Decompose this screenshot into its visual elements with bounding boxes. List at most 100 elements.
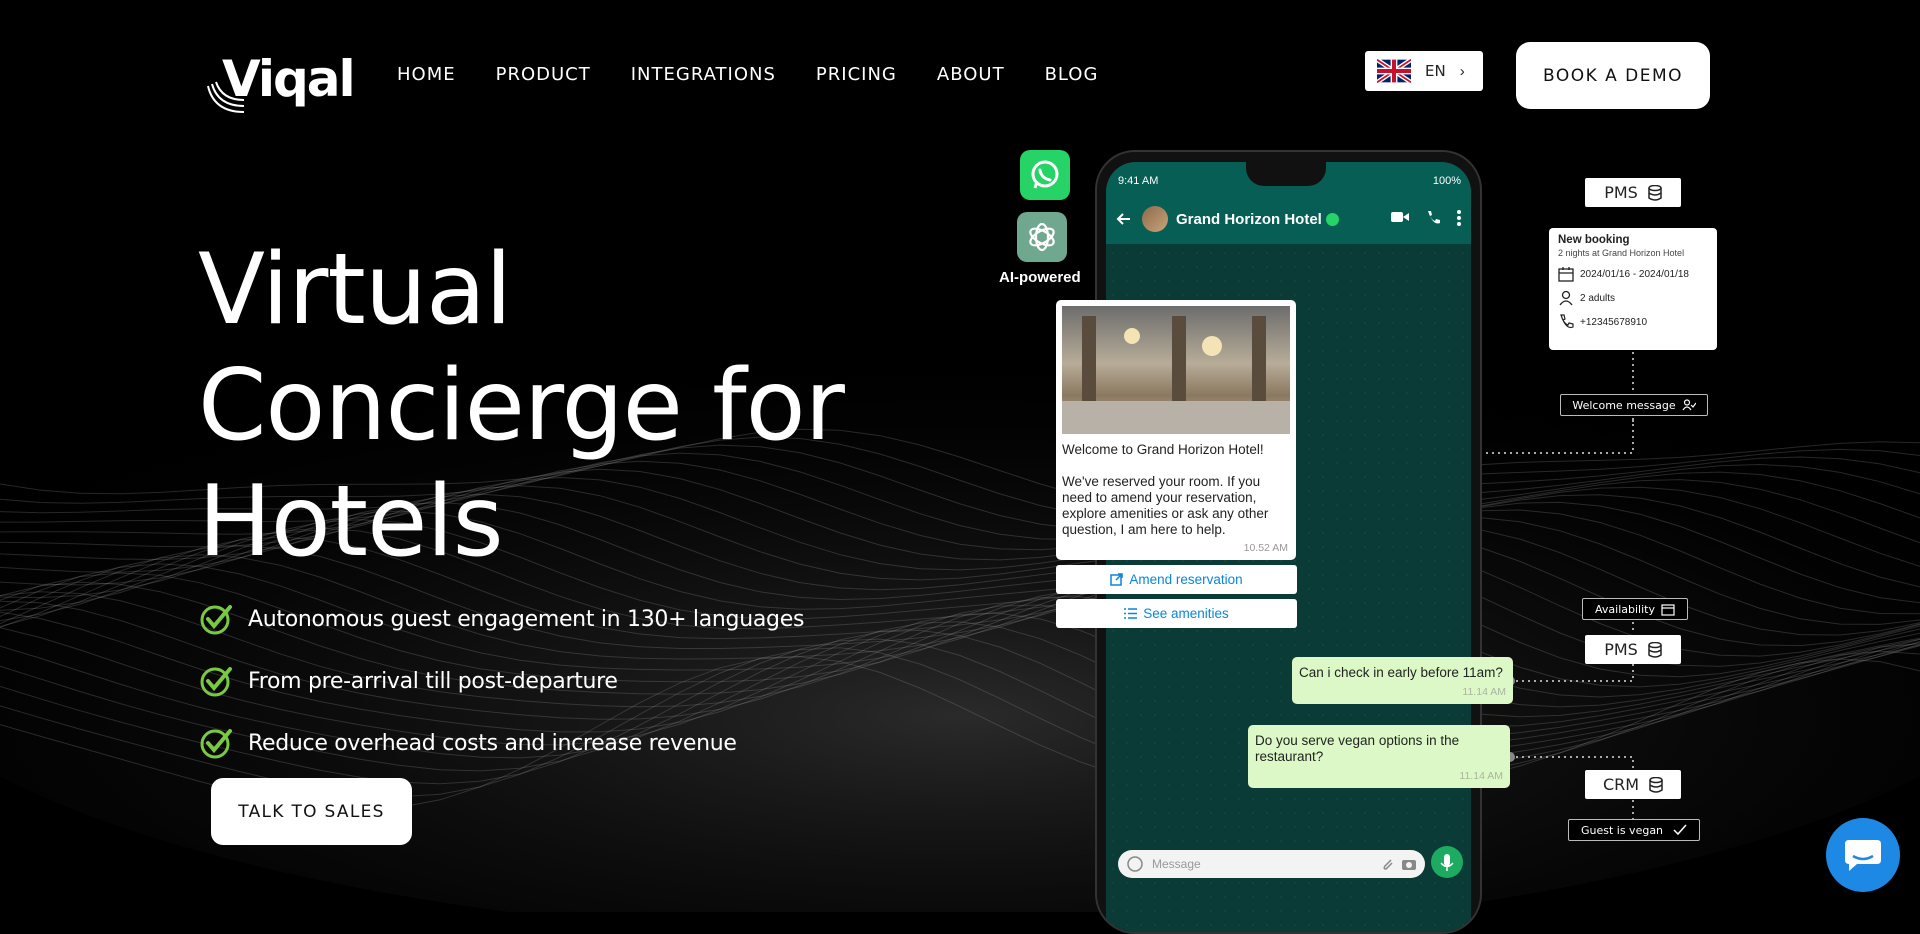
database-icon	[1649, 776, 1663, 793]
feature-text: From pre-arrival till post-departure	[248, 668, 618, 694]
phone-icon[interactable]	[1425, 210, 1441, 226]
guest-vegan-label: Guest is vegan	[1580, 823, 1664, 837]
guest-vegan-tag: Guest is vegan	[1568, 819, 1700, 841]
chat-bubble-icon	[1845, 840, 1881, 871]
avatar[interactable]	[1142, 206, 1168, 232]
database-icon	[1648, 641, 1662, 658]
feature-text: Autonomous guest engagement in 130+ lang…	[248, 606, 805, 632]
check-circle-icon	[200, 605, 232, 635]
nav-about[interactable]: ABOUT	[937, 64, 1005, 85]
booking-guests: 2 adults	[1580, 292, 1616, 304]
whatsapp-icon	[1020, 150, 1070, 200]
nav-product[interactable]: PRODUCT	[496, 64, 591, 85]
chevron-right-icon: ›	[1459, 62, 1465, 80]
calendar-icon	[1558, 267, 1574, 282]
feature-item: From pre-arrival till post-departure	[200, 650, 804, 712]
mic-icon	[1440, 854, 1454, 871]
booking-phone: +12345678910	[1580, 316, 1648, 328]
hero-title-line: Hotels	[198, 465, 504, 579]
pms-label: PMS	[1604, 183, 1638, 202]
outgoing-message: Do you serve vegan options in the restau…	[1248, 725, 1510, 788]
check-icon	[1673, 824, 1687, 836]
amend-reservation-label: Amend reservation	[1129, 572, 1243, 587]
welcome-body: We've reserved your room. If you need to…	[1062, 474, 1269, 537]
booking-guests-row: 2 adults	[1558, 290, 1708, 306]
new-booking-card: New booking 2 nights at Grand Horizon Ho…	[1549, 228, 1717, 350]
see-amenities-button[interactable]: See amenities	[1056, 599, 1297, 628]
contact-name[interactable]: Grand Horizon Hotel	[1176, 211, 1322, 228]
attach-icon[interactable]	[1381, 856, 1395, 872]
feature-list: Autonomous guest engagement in 130+ lang…	[200, 588, 804, 774]
phone-notch	[1246, 162, 1326, 186]
nav-home[interactable]: HOME	[397, 64, 456, 85]
message-placeholder: Message	[1152, 857, 1201, 871]
welcome-message-bubble: Welcome to Grand Horizon Hotel! We've re…	[1056, 300, 1296, 560]
camera-icon[interactable]	[1401, 857, 1417, 871]
see-amenities-label: See amenities	[1143, 606, 1229, 621]
mic-button[interactable]	[1431, 846, 1463, 878]
hero-title-line: Virtual	[198, 233, 512, 347]
booking-dates-row: 2024/01/16 - 2024/01/18	[1558, 266, 1708, 282]
uk-flag-icon	[1377, 59, 1411, 83]
nav-integrations[interactable]: INTEGRATIONS	[631, 64, 776, 85]
more-vertical-icon[interactable]	[1457, 210, 1461, 226]
language-switcher[interactable]: EN ›	[1365, 51, 1483, 91]
check-circle-icon	[200, 729, 232, 759]
chat-header: Grand Horizon Hotel	[1106, 194, 1471, 244]
phone-icon	[1560, 314, 1574, 329]
chat-header-actions	[1391, 210, 1461, 226]
availability-tag: Availability	[1582, 598, 1688, 620]
calendar-icon	[1661, 603, 1675, 616]
booking-phone-row: +12345678910	[1558, 314, 1708, 330]
welcome-message-tag: Welcome message	[1560, 394, 1708, 416]
welcome-greeting: Welcome to Grand Horizon Hotel!	[1062, 442, 1264, 457]
hotel-lobby-image	[1062, 306, 1290, 434]
list-icon	[1124, 608, 1138, 619]
viqal-logo[interactable]: Viqal	[204, 50, 356, 116]
welcome-message-label: Welcome message	[1572, 398, 1676, 412]
message-time: 11.14 AM	[1459, 770, 1503, 782]
hero-title-line: Concierge for	[198, 349, 845, 463]
openai-icon	[1017, 212, 1067, 262]
message-input[interactable]: Message	[1118, 850, 1425, 878]
booking-dates: 2024/01/16 - 2024/01/18	[1580, 268, 1689, 280]
status-battery: 100%	[1432, 175, 1461, 187]
talk-to-sales-button[interactable]: TALK TO SALES	[211, 778, 412, 845]
nav-pricing[interactable]: PRICING	[816, 64, 897, 85]
amend-reservation-button[interactable]: Amend reservation	[1056, 565, 1297, 594]
pms-tag: PMS	[1585, 178, 1681, 207]
pms-label: PMS	[1604, 640, 1638, 659]
outgoing-message-text: Can i check in early before 11am?	[1299, 665, 1503, 680]
feature-item: Reduce overhead costs and increase reven…	[200, 712, 804, 774]
nav-blog[interactable]: BLOG	[1045, 64, 1099, 85]
arrow-left-icon[interactable]	[1114, 209, 1134, 229]
pms-tag: PMS	[1585, 635, 1681, 664]
external-link-icon	[1110, 573, 1124, 586]
message-time: 11.14 AM	[1462, 686, 1506, 698]
database-icon	[1648, 184, 1662, 201]
ai-powered-label: AI-powered	[999, 269, 1081, 286]
user-icon	[1559, 290, 1573, 306]
language-label: EN	[1425, 62, 1446, 80]
logo-swoosh-icon	[207, 81, 245, 113]
main-nav: HOME PRODUCT INTEGRATIONS PRICING ABOUT …	[397, 64, 1098, 85]
outgoing-message-text: Do you serve vegan options in the restau…	[1255, 733, 1460, 764]
welcome-message-text: Welcome to Grand Horizon Hotel! We've re…	[1062, 442, 1290, 538]
availability-label: Availability	[1595, 602, 1655, 616]
check-circle-icon	[200, 667, 232, 697]
message-time: 10.52 AM	[1243, 542, 1288, 554]
book-demo-button[interactable]: BOOK A DEMO	[1516, 42, 1710, 109]
hero-title: Virtual Concierge for Hotels	[198, 232, 845, 580]
verified-icon	[1325, 212, 1339, 226]
crm-tag: CRM	[1585, 770, 1681, 799]
user-check-icon	[1682, 399, 1696, 411]
outgoing-message: Can i check in early before 11am? 11.14 …	[1292, 657, 1513, 704]
feature-item: Autonomous guest engagement in 130+ lang…	[200, 588, 804, 650]
status-time: 9:41 AM	[1118, 175, 1159, 187]
booking-title: New booking	[1558, 234, 1630, 246]
booking-subtitle: 2 nights at Grand Horizon Hotel	[1558, 248, 1685, 258]
live-chat-button[interactable]	[1826, 818, 1900, 892]
video-call-icon[interactable]	[1391, 210, 1409, 224]
feature-text: Reduce overhead costs and increase reven…	[248, 730, 737, 756]
emoji-icon[interactable]	[1126, 855, 1144, 873]
